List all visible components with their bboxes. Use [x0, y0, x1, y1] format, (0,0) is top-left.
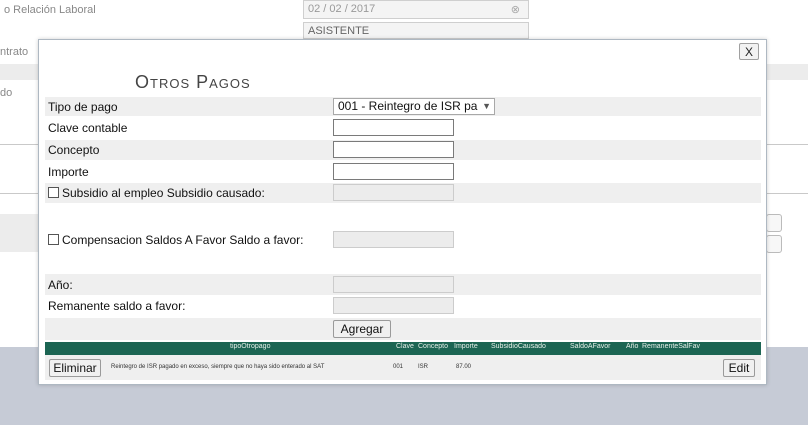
subsidio-label-text: Subsidio al empleo Subsidio causado: [62, 186, 265, 200]
background-puesto-field: ASISTENTE [303, 22, 529, 39]
concepto-input[interactable] [333, 141, 454, 158]
clave-contable-row: Clave contable [45, 118, 761, 138]
background-strip [767, 64, 808, 80]
background-date-field: 02 / 02 / 2017 ⊗ [303, 0, 529, 19]
concepto-row: Concepto [45, 140, 761, 160]
chevron-down-icon: ▼ [482, 101, 491, 111]
grid-header-anio: Año [626, 343, 639, 350]
subsidio-causado-input [333, 184, 454, 201]
grid-header-clave: Clave [396, 343, 414, 350]
otros-pagos-dialog: X Otros Pagos Tipo de pago 001 - Reinteg… [38, 39, 767, 385]
dialog-title: Otros Pagos [135, 72, 251, 92]
background-label-contrato: ntrato [0, 46, 29, 58]
anio-row: Año: [45, 274, 761, 295]
importe-label: Importe [48, 165, 89, 179]
cell-tipo: Reintegro de ISR pagado en exceso, siemp… [111, 364, 325, 370]
grid-header-subsidio: SubsidioCausado [491, 343, 546, 350]
background-button [766, 214, 782, 232]
background-strip [0, 64, 38, 80]
edit-button[interactable]: Edit [723, 359, 755, 377]
background-divider [767, 144, 808, 145]
remanente-row: Remanente saldo a favor: [45, 296, 761, 317]
background-divider [0, 193, 38, 194]
clave-contable-label: Clave contable [48, 121, 128, 135]
tipo-pago-row: Tipo de pago 001 - Reintegro de ISR pa ▼ [45, 97, 761, 116]
subsidio-row: Subsidio al empleo Subsidio causado: [45, 183, 761, 203]
remanente-input [333, 297, 454, 314]
compensacion-row: Compensacion Saldos A Favor Saldo a favo… [45, 206, 761, 271]
agregar-row: Agregar [45, 318, 761, 340]
grid-header-remanente: RemanenteSalFav [642, 343, 700, 350]
background-strip [0, 214, 38, 252]
importe-input[interactable] [333, 163, 454, 180]
saldo-a-favor-input [333, 231, 454, 248]
remanente-label: Remanente saldo a favor: [48, 299, 186, 313]
subsidio-checkbox[interactable] [48, 187, 59, 198]
background-label-relacion: o Relación Laboral [4, 4, 96, 16]
tipo-pago-selected-value: 001 - Reintegro de ISR pa [338, 99, 478, 113]
compensacion-label-text: Compensacion Saldos A Favor Saldo a favo… [62, 233, 304, 247]
calendar-icon: ⊗ [510, 4, 520, 16]
background-divider [767, 193, 808, 194]
background-divider [0, 144, 38, 145]
eliminar-button[interactable]: Eliminar [49, 359, 101, 377]
cell-clave: 001 [393, 364, 404, 370]
cell-importe: 87.00 [456, 364, 472, 370]
grid-header-importe: Importe [454, 343, 478, 350]
subsidio-label: Subsidio al empleo Subsidio causado: [48, 186, 265, 200]
grid-header-saldo: SaldoAFavor [570, 343, 611, 350]
background-puesto-value: ASISTENTE [308, 25, 370, 37]
background-button [766, 235, 782, 253]
tipo-pago-select[interactable]: 001 - Reintegro de ISR pa ▼ [333, 98, 495, 115]
background-label-do: do [0, 87, 13, 99]
grid-header: tipoOtropago Clave Concepto Importe Subs… [45, 342, 761, 355]
anio-input [333, 276, 454, 293]
compensacion-label: Compensacion Saldos A Favor Saldo a favo… [48, 233, 303, 247]
table-row: Eliminar Reintegro de ISR pagado en exce… [45, 355, 761, 380]
clave-contable-input[interactable] [333, 119, 454, 136]
background-date-value: 02 / 02 / 2017 [308, 3, 376, 15]
close-button[interactable]: X [739, 43, 759, 60]
tipo-pago-label: Tipo de pago [48, 100, 118, 114]
grid-header-concepto: Concepto [418, 343, 448, 350]
agregar-button[interactable]: Agregar [333, 320, 391, 338]
cell-concepto: ISR [418, 364, 429, 370]
anio-label: Año: [48, 278, 73, 292]
concepto-label: Concepto [48, 143, 100, 157]
grid-header-tipo: tipoOtropago [230, 343, 271, 350]
compensacion-checkbox[interactable] [48, 234, 59, 245]
importe-row: Importe [45, 162, 761, 182]
